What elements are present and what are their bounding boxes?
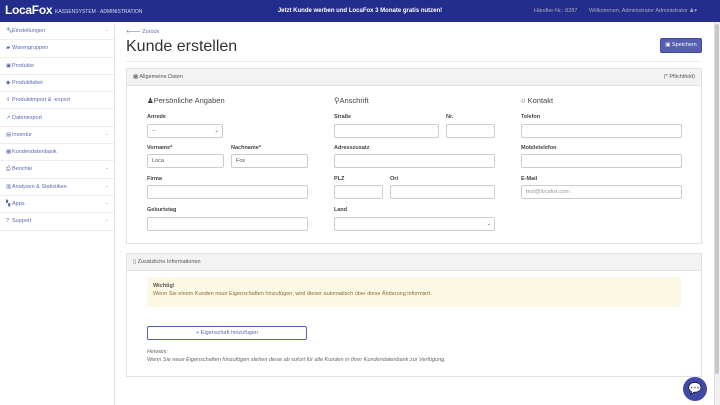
sidebar-item-apps[interactable]: ▚ Apps ⌄ bbox=[0, 196, 114, 214]
ort-label: Ort bbox=[390, 176, 399, 182]
sidebar-item-datenexport[interactable]: ↗Datenexport bbox=[0, 110, 114, 127]
arrow-left-icon: 🡐 bbox=[126, 29, 143, 35]
chevron-down-icon: ⌄ bbox=[486, 221, 491, 227]
hint: Hinweis: Wenn Sie neue Eigenschaften hin… bbox=[147, 348, 446, 364]
anrede-label: Anrede bbox=[147, 114, 166, 120]
adresszusatz-input[interactable] bbox=[334, 154, 495, 168]
sidebar-item-label: Produktlabel bbox=[12, 79, 43, 86]
chevron-down-icon: ⌄ bbox=[104, 200, 109, 206]
sidebar-item-label: Produkte bbox=[12, 62, 35, 69]
sidebar-item-label: Warengruppen bbox=[12, 45, 49, 52]
hint-title: Hinweis: bbox=[147, 349, 168, 355]
panel-header: ▦ Allgemeine Daten (* Pflichtfeld) bbox=[127, 69, 701, 86]
ort-input[interactable] bbox=[390, 185, 495, 199]
sidebar-item-label: Apps bbox=[12, 201, 25, 207]
sidebar-item-label: Produktimport & -export bbox=[12, 97, 71, 104]
panel-title: Allgemeine Daten bbox=[139, 74, 183, 80]
nachname-input[interactable]: Fox bbox=[231, 154, 308, 168]
mobil-input[interactable] bbox=[521, 154, 682, 168]
strasse-input[interactable] bbox=[334, 124, 439, 138]
alert-title: Wichtig! bbox=[153, 283, 175, 289]
add-property-button[interactable]: + Eigenschaft hinzufügen bbox=[147, 326, 307, 340]
back-link[interactable]: 🡐 Zurück bbox=[126, 29, 159, 35]
panel-title: Zusätzliche Informationen bbox=[137, 259, 201, 265]
adresszusatz-label: Adresszusatz bbox=[334, 145, 370, 151]
required-note: (* Pflichtfeld) bbox=[663, 74, 695, 80]
chevron-down-icon: ⌄ bbox=[104, 217, 109, 224]
chat-icon: 💬 bbox=[688, 383, 702, 395]
divider bbox=[126, 61, 702, 62]
panel-header: ▯ Zusätzliche Informationen bbox=[127, 254, 701, 271]
back-label: Zurück bbox=[142, 29, 160, 35]
email-label: E-Mail bbox=[521, 176, 538, 182]
add-property-label: Eigenschaft hinzufügen bbox=[200, 330, 258, 336]
alert-text: Wenn Sie einem Kunden neue Eigenschaften… bbox=[153, 291, 432, 297]
email-input[interactable]: test@locafox.com bbox=[521, 185, 682, 199]
sidebar-item-support[interactable]: ? Support ⌄ bbox=[0, 213, 114, 231]
strasse-label: Straße bbox=[334, 114, 352, 120]
save-button[interactable]: ▣ Speichern bbox=[660, 38, 702, 53]
sidebar-item-kundendatenbank[interactable]: ▦Kundendatenbank bbox=[0, 144, 114, 162]
comment-icon: ○ bbox=[521, 96, 528, 105]
user-icon: ♟ bbox=[147, 96, 154, 105]
contact-heading: ○ Kontakt bbox=[521, 96, 554, 105]
sidebar-item-label: Datenexport bbox=[12, 114, 42, 121]
sidebar-item-label: Support bbox=[12, 218, 32, 225]
sidebar-item-produkte[interactable]: ▣Produkte bbox=[0, 58, 114, 75]
sidebar-item-label: Berichte bbox=[12, 166, 33, 173]
firma-label: Firma bbox=[147, 176, 162, 182]
chevron-down-icon: ⌄ bbox=[104, 130, 109, 137]
sidebar-item-produktimport-export[interactable]: ⇪Produktimport & -export bbox=[0, 92, 114, 110]
scrollbar-thumb[interactable] bbox=[715, 24, 719, 374]
telefon-label: Telefon bbox=[521, 114, 541, 120]
welcome-text: Willkommen, Administrator Administrator bbox=[589, 8, 688, 14]
telefon-input[interactable] bbox=[521, 124, 682, 138]
geburtstag-input[interactable] bbox=[147, 217, 308, 231]
hint-text: Wenn Sie neue Eigenschaften hinzufügen s… bbox=[147, 357, 446, 363]
geburtstag-label: Geburtstag bbox=[147, 207, 177, 213]
sidebar-item-analysen-statistiken[interactable]: ▥Analysen & Statistiken ⌄ bbox=[0, 179, 114, 196]
vorname-input[interactable]: Loca bbox=[147, 154, 224, 168]
chevron-down-icon: ⌄ bbox=[214, 128, 219, 134]
sidebar-item-label: Einstellungen bbox=[12, 28, 46, 34]
chevron-down-icon: ⌄ bbox=[104, 182, 109, 189]
nr-label: Nr. bbox=[446, 114, 454, 120]
page-title: Kunde erstellen bbox=[126, 38, 238, 55]
sidebar-item-berichte[interactable]: ⎙ Berichte ⌄ bbox=[0, 161, 114, 179]
firma-input[interactable] bbox=[147, 185, 308, 199]
email-placeholder: test@locafox.com bbox=[526, 189, 570, 195]
top-bar: LocaFox KASSENSYSTEM · ADMINISTRATION Je… bbox=[0, 0, 720, 22]
save-label: Speichern bbox=[671, 42, 697, 48]
vorname-label: Vorname* bbox=[147, 145, 173, 151]
sidebar-item-einstellungen[interactable]: 🔧Einstellungen ⌄ bbox=[0, 23, 114, 41]
sidebar: 🔧Einstellungen ⌄ ▰ Warengruppen ▣Produkte ◆ Pr… bbox=[0, 23, 115, 405]
address-heading: ⚲Anschrift bbox=[334, 96, 369, 105]
anrede-select[interactable]: -- ⌄ bbox=[147, 124, 223, 138]
land-label: Land bbox=[334, 207, 348, 213]
chevron-down-icon: ⌄ bbox=[104, 165, 109, 172]
personal-heading: ♟Persönliche Angaben bbox=[147, 96, 225, 105]
plz-label: PLZ bbox=[334, 176, 345, 182]
user-menu[interactable]: Willkommen, Administrator Administrator … bbox=[589, 8, 697, 14]
dealer-number: Händler-Nr.: 8287 bbox=[534, 8, 578, 14]
warning-alert: Wichtig! Wenn Sie einem Kunden neue Eige… bbox=[147, 277, 681, 307]
sidebar-item-inventur[interactable]: ▤Inventur ⌄ bbox=[0, 127, 114, 145]
user-icon: ♟▾ bbox=[689, 8, 697, 14]
plz-input[interactable] bbox=[334, 185, 383, 199]
chat-widget-button[interactable]: 💬 bbox=[683, 377, 707, 401]
sidebar-item-label: Kundendatenbank bbox=[12, 149, 57, 156]
save-icon: ▣ bbox=[665, 42, 672, 48]
nachname-label: Nachname* bbox=[231, 145, 261, 151]
chevron-down-icon: ⌄ bbox=[104, 27, 109, 33]
sidebar-item-produktlabel[interactable]: ◆ Produktlabel bbox=[0, 75, 114, 93]
sidebar-item-label: Analysen & Statistiken bbox=[12, 183, 67, 190]
nr-input[interactable] bbox=[446, 124, 495, 138]
land-select[interactable]: ⌄ bbox=[334, 217, 495, 231]
sidebar-item-warengruppen[interactable]: ▰ Warengruppen bbox=[0, 40, 114, 58]
mobil-label: Mobiletelefon bbox=[521, 145, 557, 151]
sidebar-item-label: Inventur bbox=[12, 131, 32, 138]
